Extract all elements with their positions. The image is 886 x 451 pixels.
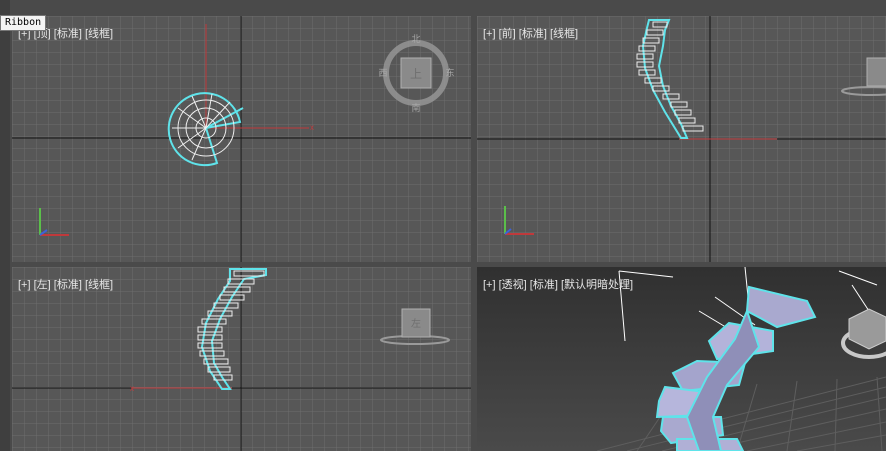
viewport-shading-label[interactable]: [标准] [530, 279, 558, 291]
viewport-left-canvas[interactable]: x 左 [12, 267, 471, 451]
viewport-top[interactable]: x 上 北 南 东 西 [+] [顶] [标准] [线框] [12, 16, 471, 262]
viewport-left-label: [+] [左] [标准] [线框] [18, 276, 113, 292]
viewport-perspective[interactable]: [+] [透视] [标准] [默认明暗处理] [477, 267, 886, 451]
viewport-mode-label[interactable]: [线框] [85, 279, 113, 291]
viewport-view-label[interactable]: [左] [34, 279, 51, 291]
viewcube-west: 西 [378, 68, 387, 79]
ribbon-tooltip: Ribbon [0, 15, 47, 31]
svg-text:x: x [130, 384, 134, 393]
viewport-mode-label[interactable]: [线框] [85, 28, 113, 40]
svg-text:x: x [310, 123, 314, 132]
viewport-perspective-label: [+] [透视] [标准] [默认明暗处理] [483, 276, 633, 292]
viewcube-north: 北 [411, 34, 420, 45]
viewport-menu-plus[interactable]: [+] [483, 28, 496, 40]
viewport-front[interactable]: [+] [前] [标准] [线框] [477, 16, 886, 262]
viewport-menu-plus[interactable]: [+] [18, 279, 31, 291]
viewport-shading-label[interactable]: [标准] [54, 28, 82, 40]
viewport-view-label[interactable]: [透视] [499, 279, 527, 291]
viewport-top-canvas[interactable]: x 上 北 南 东 西 [12, 16, 471, 262]
viewcube-face-label: 上 [410, 67, 422, 81]
viewport-shading-label[interactable]: [标准] [54, 279, 82, 291]
viewcube-east: 东 [445, 67, 454, 79]
viewcube-south: 南 [411, 102, 420, 114]
viewport-menu-plus[interactable]: [+] [483, 279, 496, 291]
viewport-perspective-canvas[interactable] [477, 267, 886, 451]
viewcube-face-label: 左 [411, 317, 421, 330]
viewport-view-label[interactable]: [前] [499, 28, 516, 40]
viewport-mode-label[interactable]: [线框] [550, 28, 578, 40]
viewport-left[interactable]: x 左 [+] [左] [标准] [线框] [12, 267, 471, 451]
viewport-front-label: [+] [前] [标准] [线框] [483, 25, 578, 41]
viewport-mode-label[interactable]: [默认明暗处理] [561, 279, 633, 291]
viewport-shading-label[interactable]: [标准] [519, 28, 547, 40]
viewport-front-canvas[interactable] [477, 16, 886, 262]
left-toolbar-strip [0, 0, 10, 451]
